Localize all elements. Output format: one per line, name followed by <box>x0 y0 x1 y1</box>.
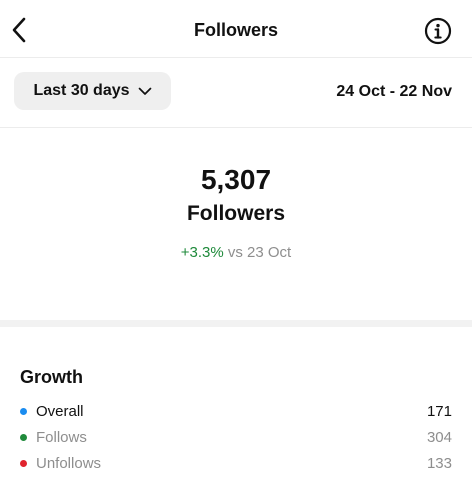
page-title: Followers <box>193 20 278 40</box>
growth-title: Growth <box>20 367 83 387</box>
followers-summary: 5,307 Followers +3.3% vs 23 Oct <box>0 128 472 320</box>
date-range-dropdown[interactable]: Last 30 days <box>14 72 171 110</box>
info-icon <box>424 17 452 45</box>
growth-row-label: Follows <box>36 428 87 446</box>
info-button[interactable] <box>424 17 452 45</box>
growth-row-overall: Overall 171 <box>20 400 452 422</box>
date-range-dropdown-label: Last 30 days <box>33 82 130 99</box>
growth-row-label: Overall <box>36 402 84 420</box>
unfollows-dot-icon <box>20 459 27 467</box>
section-divider <box>0 320 472 327</box>
overall-dot-icon <box>20 407 27 415</box>
growth-section: Growth Overall 171 Follows 304 Unfollows… <box>0 327 472 491</box>
growth-row-value: 133 <box>426 454 452 472</box>
follower-count-label: Followers <box>186 202 286 225</box>
growth-row-value: 171 <box>426 402 452 420</box>
follows-dot-icon <box>20 433 27 441</box>
growth-row-unfollows: Unfollows 133 <box>20 452 452 474</box>
date-range-text: 24 Oct - 22 Nov <box>336 83 452 100</box>
change-line: +3.3% vs 23 Oct <box>0 244 472 261</box>
top-bar: Followers <box>0 0 472 58</box>
compare-text: vs 23 Oct <box>227 244 292 261</box>
follower-count: 5,307 <box>200 164 272 195</box>
change-percent: +3.3% <box>180 244 224 261</box>
chevron-down-icon <box>138 87 151 95</box>
growth-row-label: Unfollows <box>36 454 102 472</box>
growth-row-follows: Follows 304 <box>20 426 452 448</box>
growth-row-value: 304 <box>426 428 452 446</box>
filter-bar: Last 30 days 24 Oct - 22 Nov <box>0 58 472 128</box>
